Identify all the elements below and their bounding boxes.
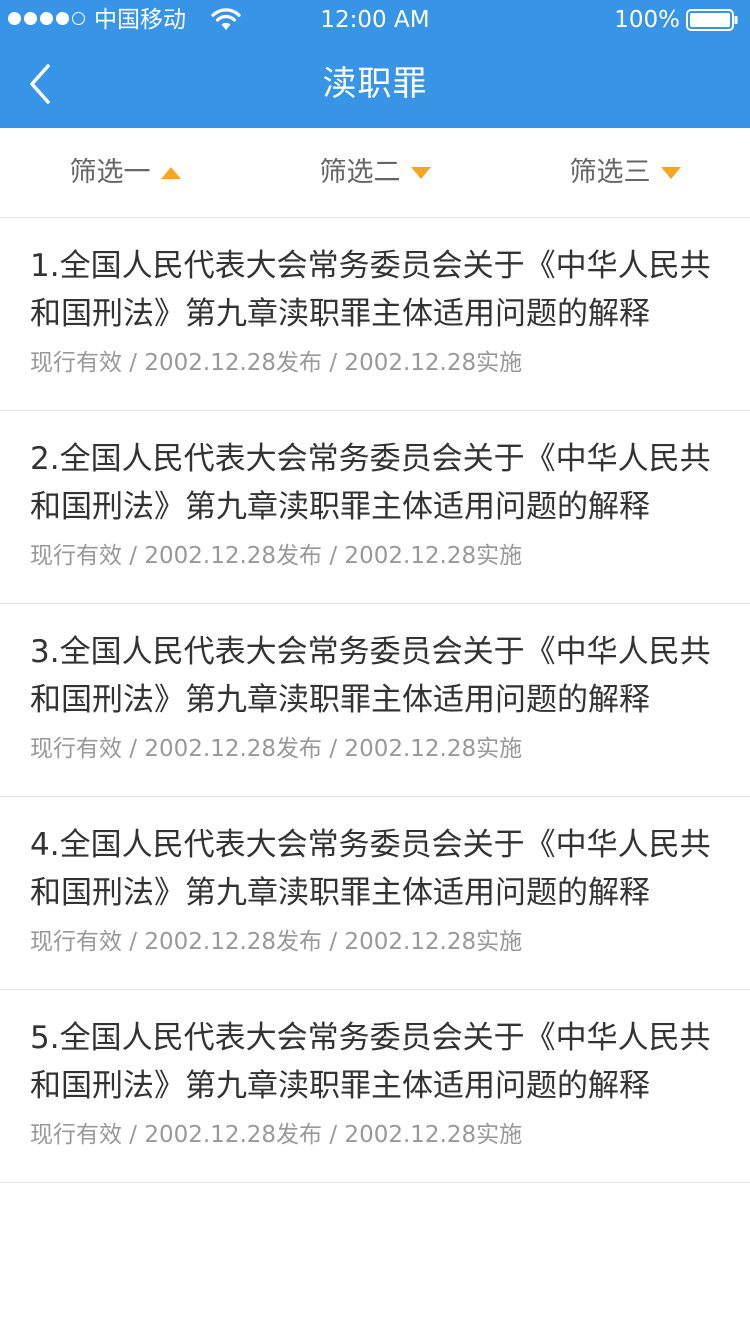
battery-icon	[686, 9, 738, 31]
list-item-meta: 现行有效 / 2002.12.28发布 / 2002.12.28实施	[30, 736, 523, 762]
list-item-title: 4.全国人民代表大会常务委员会关于《中华人民共和国刑法》第九章渎职罪主体适用问题…	[30, 827, 711, 911]
filter-bar: 筛选一 筛选二 筛选三	[0, 128, 750, 218]
app-header: 中国移动 12:00 AM 100% 渎职罪	[0, 0, 750, 128]
filter-three-dropdown[interactable]: 筛选三	[500, 128, 750, 217]
list-item[interactable]: 5.全国人民代表大会常务委员会关于《中华人民共和国刑法》第九章渎职罪主体适用问题…	[0, 990, 750, 1183]
triangle-down-icon	[660, 166, 681, 179]
list-item-title: 3.全国人民代表大会常务委员会关于《中华人民共和国刑法》第九章渎职罪主体适用问题…	[30, 634, 711, 718]
list-item[interactable]: 4.全国人民代表大会常务委员会关于《中华人民共和国刑法》第九章渎职罪主体适用问题…	[0, 797, 750, 990]
filter-two-dropdown[interactable]: 筛选二	[250, 128, 500, 217]
page-title: 渎职罪	[322, 64, 428, 104]
filter-two-label: 筛选二	[319, 156, 401, 188]
list-item[interactable]: 3.全国人民代表大会常务委员会关于《中华人民共和国刑法》第九章渎职罪主体适用问题…	[0, 604, 750, 797]
list-item-title: 2.全国人民代表大会常务委员会关于《中华人民共和国刑法》第九章渎职罪主体适用问题…	[30, 441, 711, 525]
triangle-down-icon	[410, 166, 431, 179]
list-item-meta: 现行有效 / 2002.12.28发布 / 2002.12.28实施	[30, 929, 523, 955]
list-item[interactable]: 2.全国人民代表大会常务委员会关于《中华人民共和国刑法》第九章渎职罪主体适用问题…	[0, 411, 750, 604]
filter-one-label: 筛选一	[69, 156, 151, 188]
filter-three-label: 筛选三	[569, 156, 651, 188]
list-item-meta: 现行有效 / 2002.12.28发布 / 2002.12.28实施	[30, 350, 523, 376]
list-item[interactable]: 1.全国人民代表大会常务委员会关于《中华人民共和国刑法》第九章渎职罪主体适用问题…	[0, 218, 750, 411]
list-item-meta: 现行有效 / 2002.12.28发布 / 2002.12.28实施	[30, 1122, 523, 1148]
list-item-meta: 现行有效 / 2002.12.28发布 / 2002.12.28实施	[30, 543, 523, 569]
chevron-left-icon	[30, 64, 50, 104]
law-list: 1.全国人民代表大会常务委员会关于《中华人民共和国刑法》第九章渎职罪主体适用问题…	[0, 218, 750, 1183]
filter-one-dropdown[interactable]: 筛选一	[0, 128, 250, 217]
triangle-up-icon	[160, 166, 181, 179]
list-item-title: 1.全国人民代表大会常务委员会关于《中华人民共和国刑法》第九章渎职罪主体适用问题…	[30, 248, 711, 332]
status-bar: 中国移动 12:00 AM 100%	[0, 0, 750, 40]
list-item-title: 5.全国人民代表大会常务委员会关于《中华人民共和国刑法》第九章渎职罪主体适用问题…	[30, 1020, 711, 1104]
nav-bar: 渎职罪	[0, 40, 750, 128]
battery-percentage: 100%	[614, 7, 680, 33]
back-button[interactable]	[22, 60, 62, 108]
